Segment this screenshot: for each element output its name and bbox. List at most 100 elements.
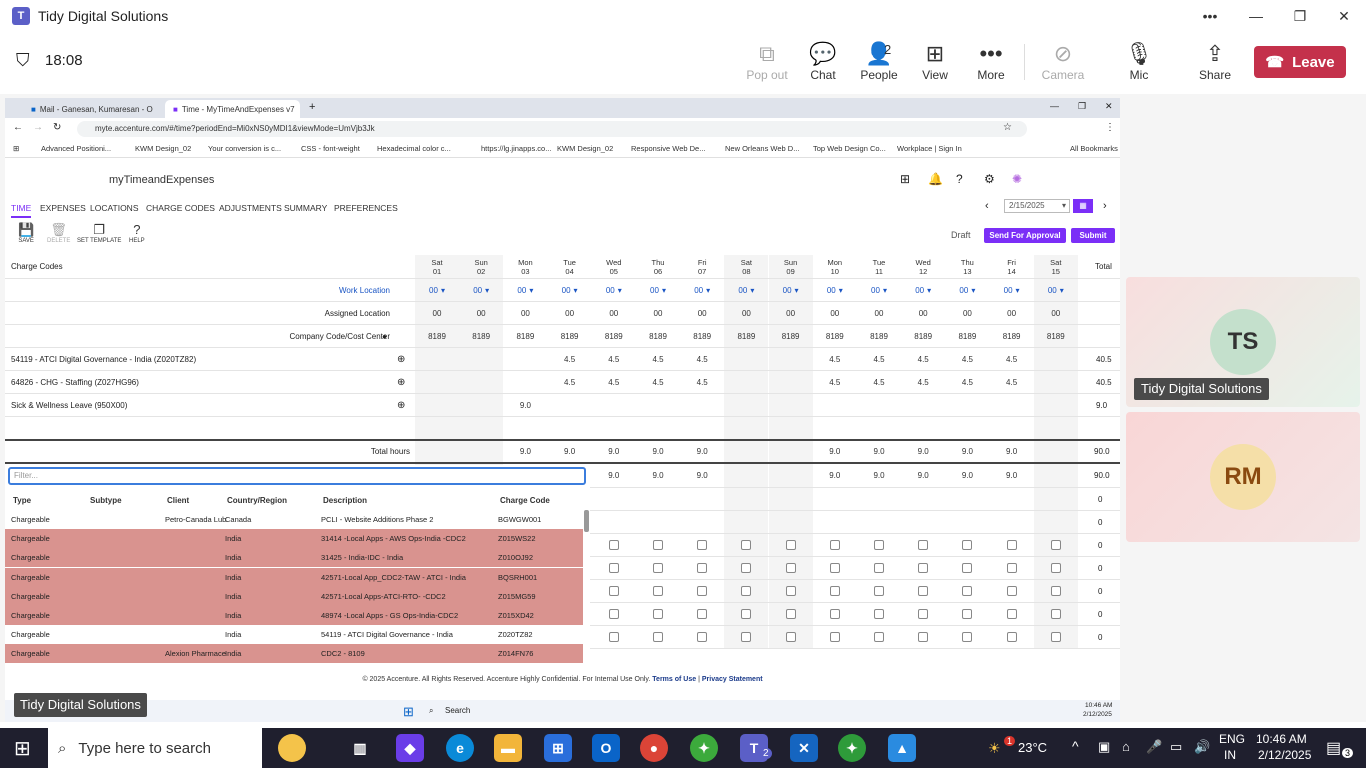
dropdown-scrollbar[interactable]: [584, 510, 589, 532]
day-cell[interactable]: 4.5: [945, 348, 989, 370]
day-checkbox[interactable]: [962, 563, 973, 573]
wifi-icon[interactable]: ▭: [1170, 739, 1182, 755]
charge-code-option[interactable]: Chargeable India 42571-Local Apps-ATCI-RTO…: [5, 586, 583, 606]
participant-tile-ts[interactable]: TS Tidy Digital Solutions: [1126, 277, 1360, 407]
apps-icon[interactable]: ⊞: [13, 144, 19, 153]
clock-time[interactable]: 10:46 AM: [1256, 732, 1307, 746]
day-cell[interactable]: [415, 371, 459, 393]
day-checkbox[interactable]: [741, 609, 752, 619]
charge-code-name[interactable]: 54119 - ATCI Digital Governance - India …: [11, 348, 196, 370]
day-checkbox[interactable]: [918, 563, 929, 573]
meet-now-icon[interactable]: ▣: [1098, 739, 1110, 755]
day-checkbox[interactable]: [608, 540, 619, 550]
day-checkbox[interactable]: [874, 632, 884, 642]
file-explorer-icon[interactable]: ▬: [494, 734, 522, 762]
day-cell[interactable]: 00 ▾: [857, 279, 901, 301]
edge-icon[interactable]: e: [446, 734, 474, 762]
day-checkbox[interactable]: [962, 609, 973, 619]
participant-tile-rm[interactable]: RM: [1126, 412, 1360, 542]
bookmark-item[interactable]: Top Web Design Co...: [813, 144, 886, 153]
terms-link[interactable]: Terms of Use: [652, 676, 696, 683]
day-cell[interactable]: [548, 394, 592, 416]
day-cell[interactable]: [459, 394, 504, 416]
day-cell[interactable]: [813, 394, 857, 416]
browser-minimize-icon[interactable]: —: [1050, 101, 1059, 111]
column-header[interactable]: Type: [13, 496, 31, 505]
day-cell[interactable]: 00 ▾: [945, 279, 989, 301]
day-checkbox[interactable]: [608, 563, 619, 573]
day-checkbox[interactable]: [608, 586, 619, 596]
day-checkbox[interactable]: [1050, 586, 1061, 596]
next-period-icon[interactable]: ›: [1103, 200, 1107, 212]
share-button[interactable]: ⇪ Share: [1186, 40, 1244, 82]
people-button[interactable]: 👤 2 People: [850, 40, 908, 82]
day-cell[interactable]: [724, 348, 769, 370]
app-green2-icon[interactable]: ✦: [838, 734, 866, 762]
day-cell[interactable]: 00 ▾: [680, 279, 724, 301]
bookmark-item[interactable]: New Orleans Web D...: [725, 144, 799, 153]
day-checkbox[interactable]: [1006, 609, 1017, 619]
privacy-link[interactable]: Privacy Statement: [702, 676, 763, 683]
bookmark-item[interactable]: KWM Design_02: [135, 144, 191, 153]
day-checkbox[interactable]: [829, 586, 840, 596]
taskbar-search[interactable]: ⌕ Type here to search: [48, 728, 262, 768]
bookmark-item[interactable]: Hexadecimal color c...: [377, 144, 451, 153]
filter-input[interactable]: Filter...: [8, 467, 586, 485]
day-cell[interactable]: 4.5: [636, 371, 680, 393]
day-cell[interactable]: [459, 348, 504, 370]
charge-code-option[interactable]: Chargeable India 48974 -Local Apps - GS Op…: [5, 606, 583, 625]
day-checkbox[interactable]: [829, 632, 840, 642]
day-cell[interactable]: 00 ▾: [1033, 279, 1078, 301]
bookmark-item[interactable]: CSS - font-weight: [301, 144, 360, 153]
day-checkbox[interactable]: [608, 632, 619, 642]
tray-chevron-icon[interactable]: ^: [1072, 738, 1079, 754]
day-cell[interactable]: 4.5: [548, 371, 592, 393]
day-cell[interactable]: 00 ▾: [548, 279, 592, 301]
column-header[interactable]: Client: [167, 496, 189, 505]
day-checkbox[interactable]: [785, 609, 796, 619]
calendar-icon[interactable]: ▦: [1073, 199, 1093, 213]
column-header[interactable]: Country/Region: [227, 496, 287, 505]
outlook-taskbar-icon[interactable]: O: [592, 734, 620, 762]
charge-code-option[interactable]: Chargeable India 54119 - ATCI Digital Gove…: [5, 625, 583, 644]
day-checkbox[interactable]: [874, 609, 884, 619]
reload-icon[interactable]: ↻: [53, 122, 61, 133]
day-cell[interactable]: 4.5: [945, 371, 989, 393]
day-cell[interactable]: 00 ▾: [724, 279, 769, 301]
day-cell[interactable]: [724, 371, 769, 393]
minimize-button[interactable]: —: [1234, 0, 1278, 32]
day-cell[interactable]: [636, 394, 680, 416]
day-checkbox[interactable]: [1050, 540, 1061, 550]
day-checkbox[interactable]: [918, 586, 929, 596]
day-cell[interactable]: 4.5: [857, 348, 901, 370]
column-header[interactable]: Subtype: [90, 496, 122, 505]
day-checkbox[interactable]: [1006, 563, 1017, 573]
column-header[interactable]: Charge Code: [500, 496, 550, 505]
day-cell[interactable]: [1033, 348, 1078, 370]
app-photo-icon[interactable]: ▲: [888, 734, 916, 762]
day-cell[interactable]: 4.5: [680, 348, 724, 370]
day-checkbox[interactable]: [697, 609, 708, 619]
day-checkbox[interactable]: [1050, 563, 1061, 573]
day-checkbox[interactable]: [653, 586, 663, 596]
day-checkbox[interactable]: [962, 586, 973, 596]
bookmark-item[interactable]: KWM Design_02: [557, 144, 613, 153]
day-checkbox[interactable]: [1050, 609, 1061, 619]
charge-code-name[interactable]: Sick & Wellness Leave (950X00): [11, 394, 127, 416]
chrome-icon[interactable]: ●: [640, 734, 668, 762]
notification-bell-icon[interactable]: 🔔: [928, 172, 943, 186]
day-checkbox[interactable]: [1006, 540, 1017, 550]
tab-time[interactable]: ■ Time - MyTimeAndExpenses v7: [165, 100, 300, 118]
maximize-button[interactable]: ❐: [1278, 0, 1322, 32]
day-cell[interactable]: [857, 394, 901, 416]
bookmark-item[interactable]: Your conversion is c...: [208, 144, 281, 153]
period-end-field[interactable]: 2/15/2025 ▾: [1004, 199, 1070, 213]
day-cell[interactable]: 00 ▾: [503, 279, 547, 301]
day-checkbox[interactable]: [741, 540, 752, 550]
add-circle-icon[interactable]: ⊕: [397, 394, 405, 416]
day-cell[interactable]: [503, 348, 547, 370]
app-blue-icon[interactable]: ✕: [790, 734, 818, 762]
profile-icon[interactable]: ✺: [1012, 172, 1022, 186]
day-cell[interactable]: [1033, 371, 1078, 393]
day-checkbox[interactable]: [741, 563, 752, 573]
